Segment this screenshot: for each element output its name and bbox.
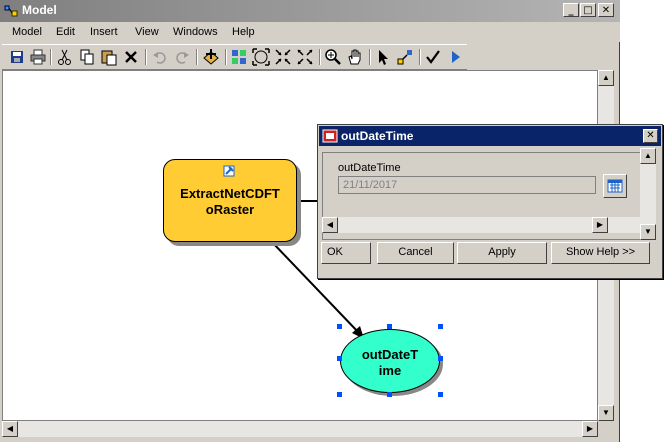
- scroll-left-icon[interactable]: ◀: [322, 217, 338, 233]
- tool-element-extractnetcdftoraster[interactable]: ExtractNetCDFT oRaster: [163, 159, 297, 242]
- variable-element-outdatetime[interactable]: outDateT ime: [340, 329, 440, 393]
- validate-icon[interactable]: [424, 48, 442, 66]
- selection-handle[interactable]: [337, 392, 342, 397]
- menu-edit[interactable]: Edit: [56, 26, 75, 38]
- pan-icon[interactable]: [346, 48, 364, 66]
- selection-handle[interactable]: [337, 324, 342, 329]
- selection-handle[interactable]: [387, 392, 392, 397]
- toolbar-separator: [419, 49, 421, 65]
- model-app-icon: [4, 5, 18, 17]
- window-title: Model: [22, 3, 57, 17]
- toolbar-separator: [196, 49, 198, 65]
- dialog-horizontal-scrollbar[interactable]: ◀ ▶: [322, 217, 640, 233]
- delete-icon[interactable]: [122, 48, 140, 66]
- undo-icon[interactable]: [151, 48, 169, 66]
- close-button[interactable]: ✕: [598, 3, 614, 17]
- tool-label-line: ExtractNetCDFT oRaster: [180, 186, 280, 217]
- dialog-close-button[interactable]: ✕: [643, 129, 658, 143]
- apply-button[interactable]: Apply: [457, 242, 547, 264]
- scroll-right-icon[interactable]: ▶: [592, 217, 608, 233]
- cancel-button[interactable]: Cancel: [377, 242, 454, 264]
- date-time-input[interactable]: [338, 176, 596, 194]
- zoom-in-icon[interactable]: [324, 48, 342, 66]
- tool-label: ExtractNetCDFT oRaster: [164, 186, 296, 218]
- dialog-vertical-scrollbar[interactable]: ▲ ▼: [640, 148, 656, 240]
- toolbar: [2, 44, 467, 70]
- print-icon[interactable]: [29, 48, 47, 66]
- scroll-down-icon[interactable]: ▼: [640, 224, 656, 240]
- scroll-up-icon[interactable]: ▲: [598, 70, 614, 86]
- menu-windows[interactable]: Windows: [173, 26, 218, 38]
- parameter-label: outDateTime: [338, 162, 401, 174]
- window-titlebar[interactable]: Model _ □ ✕: [0, 0, 620, 22]
- toolbar-separator: [50, 49, 52, 65]
- selection-handle[interactable]: [337, 356, 342, 361]
- tool-hammer-icon: [223, 165, 235, 177]
- canvas-horizontal-scrollbar[interactable]: ◀ ▶: [2, 421, 598, 437]
- auto-layout-icon[interactable]: [230, 48, 248, 66]
- show-help-button[interactable]: Show Help >>: [551, 242, 650, 264]
- toolbar-separator: [225, 49, 227, 65]
- selection-handle[interactable]: [438, 356, 443, 361]
- dialog-titlebar[interactable]: outDateTime ✕: [319, 126, 661, 146]
- scroll-left-icon[interactable]: ◀: [2, 421, 18, 437]
- dialog-tool-icon: [322, 129, 338, 143]
- copy-icon[interactable]: [78, 48, 96, 66]
- menu-view[interactable]: View: [135, 26, 159, 38]
- selection-handle[interactable]: [438, 392, 443, 397]
- run-icon[interactable]: [446, 48, 464, 66]
- maximize-button[interactable]: □: [580, 3, 596, 17]
- selection-handle[interactable]: [438, 324, 443, 329]
- add-connection-icon[interactable]: [396, 48, 414, 66]
- calendar-button[interactable]: [603, 174, 627, 198]
- selection-handle[interactable]: [387, 324, 392, 329]
- scrollbar-corner: [598, 421, 614, 437]
- paste-icon[interactable]: [100, 48, 118, 66]
- save-icon[interactable]: [8, 48, 26, 66]
- select-icon[interactable]: [374, 48, 392, 66]
- parameter-dialog: outDateTime ✕ outDateTime ▲ ▼ ◀ ▶ OK Can…: [317, 124, 663, 279]
- scroll-right-icon[interactable]: ▶: [582, 421, 598, 437]
- add-data-icon[interactable]: [202, 48, 220, 66]
- full-extent-icon[interactable]: [252, 48, 270, 66]
- scroll-up-icon[interactable]: ▲: [640, 148, 656, 164]
- minimize-button[interactable]: _: [563, 3, 579, 17]
- calendar-icon: [607, 179, 623, 193]
- menu-model[interactable]: Model: [12, 26, 42, 38]
- zoom-fixed-out-icon[interactable]: [296, 48, 314, 66]
- variable-label: outDateT ime: [361, 347, 419, 378]
- zoom-fixed-in-icon[interactable]: [274, 48, 292, 66]
- menu-help[interactable]: Help: [232, 26, 255, 38]
- menu-bar: Model Edit Insert View Windows Help: [0, 22, 620, 42]
- redo-icon[interactable]: [173, 48, 191, 66]
- toolbar-separator: [319, 49, 321, 65]
- toolbar-separator: [369, 49, 371, 65]
- cut-icon[interactable]: [56, 48, 74, 66]
- toolbar-separator: [145, 49, 147, 65]
- ok-button[interactable]: OK: [321, 242, 371, 264]
- dialog-title: outDateTime: [341, 129, 414, 143]
- scroll-down-icon[interactable]: ▼: [598, 405, 614, 421]
- menu-insert[interactable]: Insert: [90, 26, 118, 38]
